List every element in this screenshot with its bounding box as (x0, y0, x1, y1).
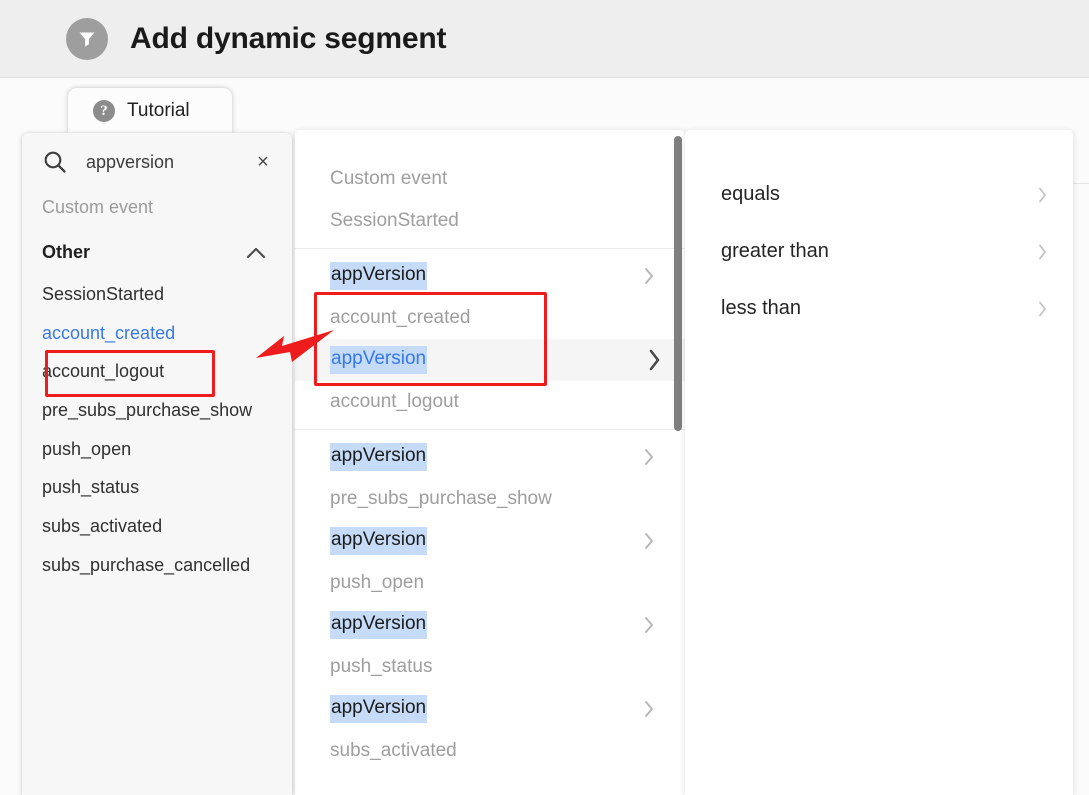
list-item[interactable]: pre_subs_purchase_show (22, 391, 292, 430)
attribute-row[interactable]: appVersion (295, 520, 685, 562)
attribute-label: appVersion (330, 695, 428, 723)
event-label: push_status (330, 655, 433, 677)
event-label: subs_activated (330, 739, 457, 761)
event-name-row: subs_activated (295, 730, 685, 772)
chevron-right-icon[interactable] (1037, 299, 1048, 318)
event-name-row: SessionStarted (295, 200, 685, 242)
operator-label: equals (721, 183, 780, 205)
group-header-other[interactable]: Other (22, 236, 292, 269)
attribute-group: appVersion account_created appVersion ac… (295, 248, 685, 429)
custom-event-caption: Custom event (42, 197, 154, 217)
attribute-row[interactable]: appVersion (295, 604, 685, 646)
event-label: pre_subs_purchase_show (330, 487, 552, 509)
chevron-up-icon[interactable] (246, 246, 266, 259)
event-label: account_logout (330, 390, 459, 412)
attribute-row[interactable]: appVersion (295, 339, 685, 381)
chevron-right-icon[interactable] (643, 447, 655, 467)
group-header-label: Other (42, 242, 91, 262)
funnel-icon (66, 17, 108, 60)
attribute-row[interactable]: appVersion (295, 688, 685, 730)
operator-label: greater than (721, 240, 829, 262)
search-input[interactable]: appversion (86, 152, 252, 173)
event-name-row: account_logout (295, 381, 685, 423)
event-label: account_created (330, 306, 471, 328)
attribute-label: appVersion (330, 611, 428, 639)
attribute-label: appVersion (330, 262, 428, 290)
chevron-right-icon[interactable] (1037, 242, 1048, 261)
attribute-row[interactable]: appVersion (295, 436, 685, 478)
attribute-row[interactable]: appVersion (295, 255, 685, 297)
operator-row-equals[interactable]: equals (685, 166, 1073, 223)
tab-tutorial[interactable]: ? Tutorial (68, 88, 232, 134)
operator-row-less-than[interactable]: less than (685, 280, 1073, 337)
page-header: Add dynamic segment (0, 0, 1089, 78)
chevron-right-icon[interactable] (643, 531, 655, 551)
operator-label: less than (721, 297, 802, 319)
operator-list: equals greater than less than (685, 130, 1073, 337)
attribute-label: appVersion (330, 443, 428, 471)
list-item[interactable]: subs_activated (22, 507, 292, 546)
search-row[interactable]: appversion × (22, 133, 292, 191)
scrollbar-mid-panel[interactable] (672, 133, 684, 435)
event-name-row: pre_subs_purchase_show (295, 478, 685, 520)
chevron-right-icon[interactable] (643, 266, 655, 286)
operator-row-greater-than[interactable]: greater than (685, 223, 1073, 280)
list-item[interactable]: SessionStarted (22, 275, 292, 314)
attribute-group: appVersion pre_subs_purchase_show appVer… (295, 429, 685, 778)
list-item[interactable]: push_open (22, 430, 292, 469)
operator-panel: equals greater than less than (685, 130, 1073, 795)
annotation-arrow (256, 330, 334, 362)
event-attribute-panel: Custom event SessionStarted appVersion a… (295, 130, 685, 795)
attribute-label: Custom event (330, 167, 448, 189)
list-item[interactable]: subs_purchase_cancelled (22, 546, 292, 576)
chevron-right-icon[interactable] (1037, 185, 1048, 204)
attribute-group-list: Custom event SessionStarted appVersion a… (295, 130, 685, 778)
page-title: Add dynamic segment (130, 21, 447, 55)
event-label: SessionStarted (330, 209, 459, 231)
chevron-right-icon[interactable] (643, 615, 655, 635)
attribute-group: Custom event SessionStarted (295, 152, 685, 248)
event-list: SessionStarted account_created account_l… (22, 269, 292, 576)
help-circle-icon: ? (93, 100, 115, 122)
event-name-row: push_open (295, 562, 685, 604)
chevron-right-icon[interactable] (646, 347, 663, 373)
event-list-panel: appversion × Custom event Other SessionS… (22, 133, 292, 795)
app-root: Add dynamic segment ? Tutorial appversio… (0, 0, 1089, 795)
search-icon (42, 149, 68, 175)
chevron-right-icon[interactable] (643, 699, 655, 719)
event-name-row: push_status (295, 646, 685, 688)
event-label: push_open (330, 571, 425, 593)
tab-tutorial-label: Tutorial (127, 100, 190, 121)
attribute-row[interactable]: Custom event (295, 158, 685, 200)
clear-search-icon[interactable]: × (252, 152, 274, 172)
event-name-row: account_created (295, 297, 685, 339)
list-item[interactable]: push_status (22, 468, 292, 507)
attribute-label: appVersion (330, 527, 428, 555)
attribute-label: appVersion (330, 346, 428, 374)
